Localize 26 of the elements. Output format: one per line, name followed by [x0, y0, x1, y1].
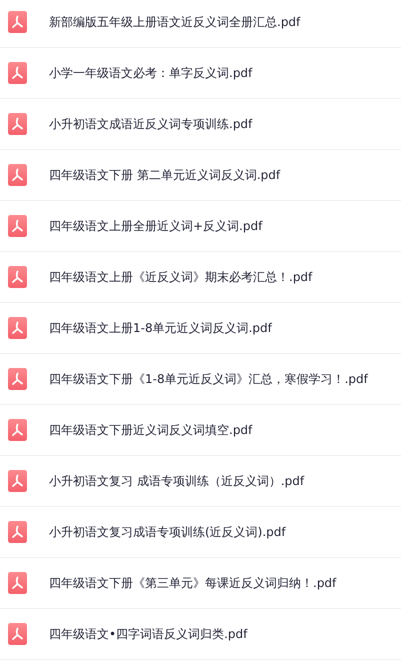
file-name[interactable]: 小升初语文复习 成语专项训练（近反义词）.pdf — [49, 472, 304, 490]
pdf-file-icon — [8, 62, 27, 84]
file-name[interactable]: 四年级语文下册近义词反义词填空.pdf — [49, 421, 252, 439]
pdf-file-icon — [8, 521, 27, 543]
pdf-file-icon — [8, 215, 27, 237]
file-name[interactable]: 新部编版五年级上册语文近反义词全册汇总.pdf — [49, 13, 300, 31]
file-name[interactable]: 小升初语文成语近反义词专项训练.pdf — [49, 115, 252, 133]
pdf-file-icon — [8, 266, 27, 288]
file-name[interactable]: 四年级语文上册1-8单元近义词反义词.pdf — [49, 319, 272, 337]
pdf-file-icon — [8, 164, 27, 186]
pdf-file-icon — [8, 113, 27, 135]
pdf-file-icon — [8, 572, 27, 594]
pdf-file-icon — [8, 623, 27, 645]
pdf-file-icon — [8, 368, 27, 390]
file-name[interactable]: 四年级语文下册《第三单元》每课近反义词归纳！.pdf — [49, 574, 336, 592]
file-name[interactable]: 四年级语文•四字词语反义词归类.pdf — [49, 625, 248, 643]
file-name[interactable]: 四年级语文下册 第二单元近义词反义词.pdf — [49, 166, 280, 184]
pdf-file-icon — [8, 470, 27, 492]
file-name[interactable]: 四年级语文上册全册近义词+反义词.pdf — [49, 217, 262, 235]
file-name[interactable]: 小升初语文复习成语专项训练(近反义词).pdf — [49, 523, 286, 541]
file-name[interactable]: 小学一年级语文必考：单字反义词.pdf — [49, 64, 252, 82]
file-name[interactable]: 四年级语文下册《1-8单元近反义词》汇总，寒假学习！.pdf — [49, 370, 368, 388]
file-name[interactable]: 四年级语文上册《近反义词》期末必考汇总！.pdf — [49, 268, 312, 286]
pdf-file-icon — [8, 11, 27, 33]
pdf-file-icon — [8, 317, 27, 339]
pdf-file-icon — [8, 419, 27, 441]
